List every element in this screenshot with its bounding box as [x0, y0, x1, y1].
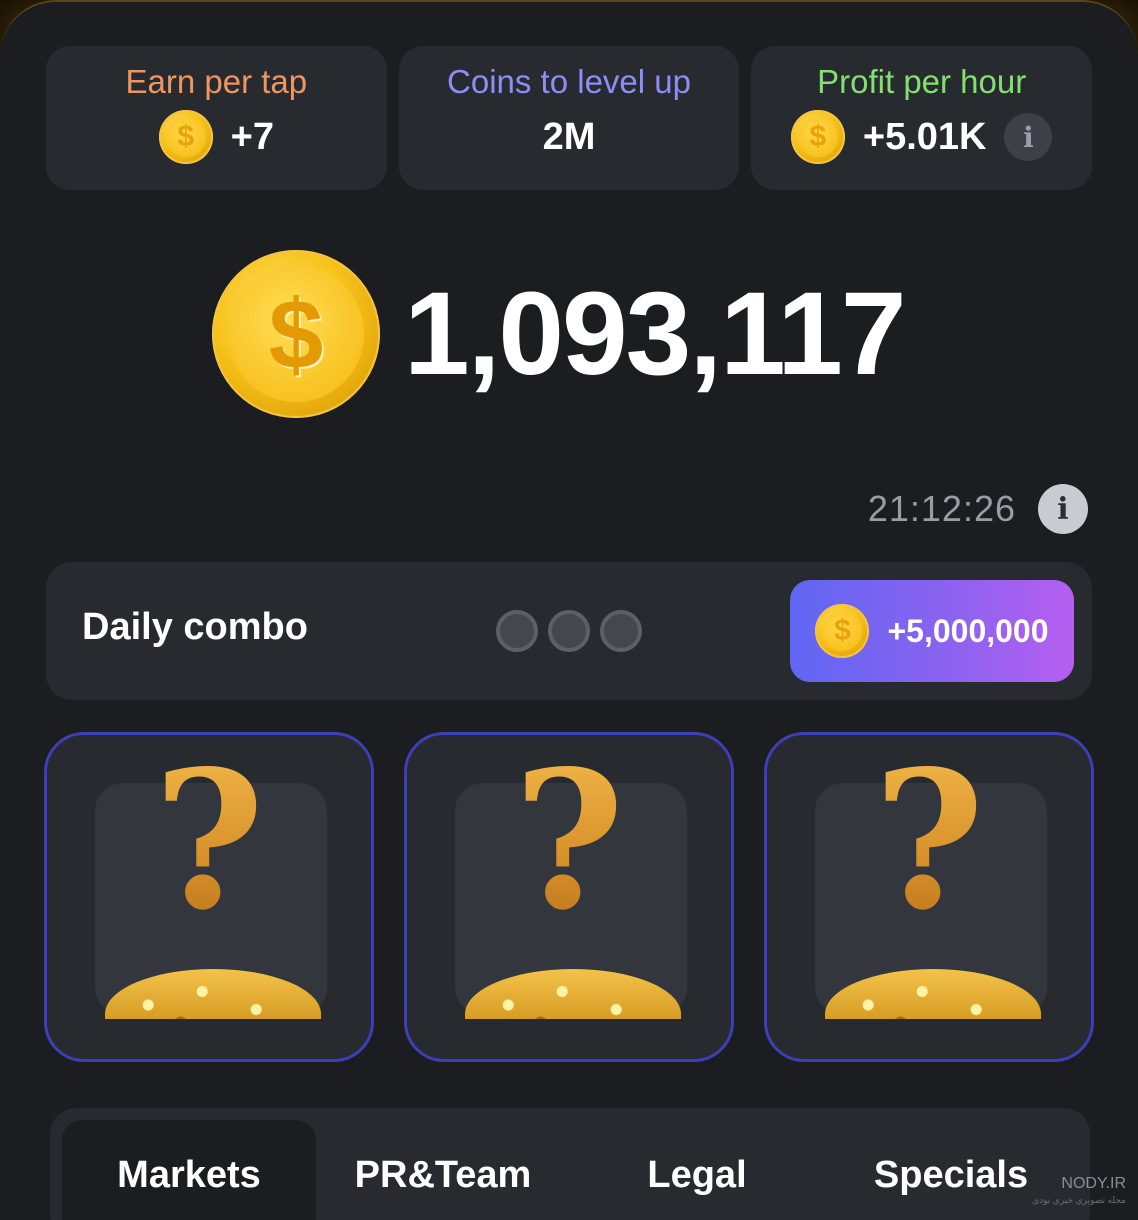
combo-reward-button[interactable]: $ +5,000,000 [790, 580, 1074, 682]
tab-legal[interactable]: Legal [570, 1120, 824, 1220]
earn-per-tap-label: Earn per tap [125, 63, 308, 100]
coin-icon: $ [212, 250, 380, 418]
combo-dot [496, 610, 538, 652]
question-mark-icon: ? [47, 741, 371, 941]
coins-to-level-up-value: 2M [542, 115, 596, 158]
coins-to-level-up-label: Coins to level up [447, 63, 691, 100]
daily-combo-title: Daily combo [82, 606, 308, 648]
stats-row: Earn per tap $ +7 Coins to level up 2M P… [46, 46, 1093, 190]
info-icon[interactable]: i [1004, 113, 1053, 161]
tab-pr-team[interactable]: PR&Team [316, 1120, 570, 1220]
category-tabs: Markets PR&Team Legal Specials [50, 1108, 1090, 1220]
mystery-card[interactable]: ? [44, 732, 374, 1062]
profit-per-hour-card[interactable]: Profit per hour $ +5.01K i [751, 46, 1093, 190]
coins-to-level-up-card: Coins to level up 2M [398, 46, 740, 190]
coin-icon: $ [790, 110, 845, 164]
watermark-subtext: مجله تصویری خبری نودی [1032, 1195, 1126, 1205]
combo-timer: 21:12:26 i [868, 484, 1088, 534]
main-panel: Earn per tap $ +7 Coins to level up 2M P… [0, 0, 1138, 1220]
coin-pile-icon [97, 959, 329, 1019]
balance-value: 1,093,117 [404, 268, 906, 400]
combo-progress-dots [496, 610, 642, 652]
balance-display: $ 1,093,117 [212, 250, 906, 418]
coin-pile-icon [457, 959, 689, 1019]
tab-markets[interactable]: Markets [62, 1120, 316, 1220]
coin-icon: $ [815, 604, 870, 658]
coin-pile-icon [817, 959, 1049, 1019]
question-mark-icon: ? [407, 741, 731, 941]
watermark: NODY.IR مجله تصویری خبری نودی [1032, 1176, 1126, 1208]
coin-icon: $ [158, 110, 213, 164]
combo-dot [600, 610, 642, 652]
combo-reward-value: +5,000,000 [887, 612, 1049, 649]
mystery-cards: ? ? ? [44, 732, 1094, 1062]
daily-combo-bar: Daily combo $ +5,000,000 [46, 562, 1092, 700]
earn-per-tap-card: Earn per tap $ +7 [46, 46, 387, 190]
profit-per-hour-value: +5.01K [862, 115, 987, 158]
timer-value: 21:12:26 [867, 488, 1016, 529]
mystery-card[interactable]: ? [764, 732, 1094, 1062]
question-mark-icon: ? [767, 741, 1091, 941]
earn-per-tap-value: +7 [230, 115, 274, 158]
mystery-card[interactable]: ? [404, 732, 734, 1062]
profit-per-hour-label: Profit per hour [817, 63, 1027, 100]
info-icon[interactable]: i [1038, 484, 1088, 534]
watermark-text: NODY.IR [1061, 1175, 1126, 1192]
combo-dot [548, 610, 590, 652]
